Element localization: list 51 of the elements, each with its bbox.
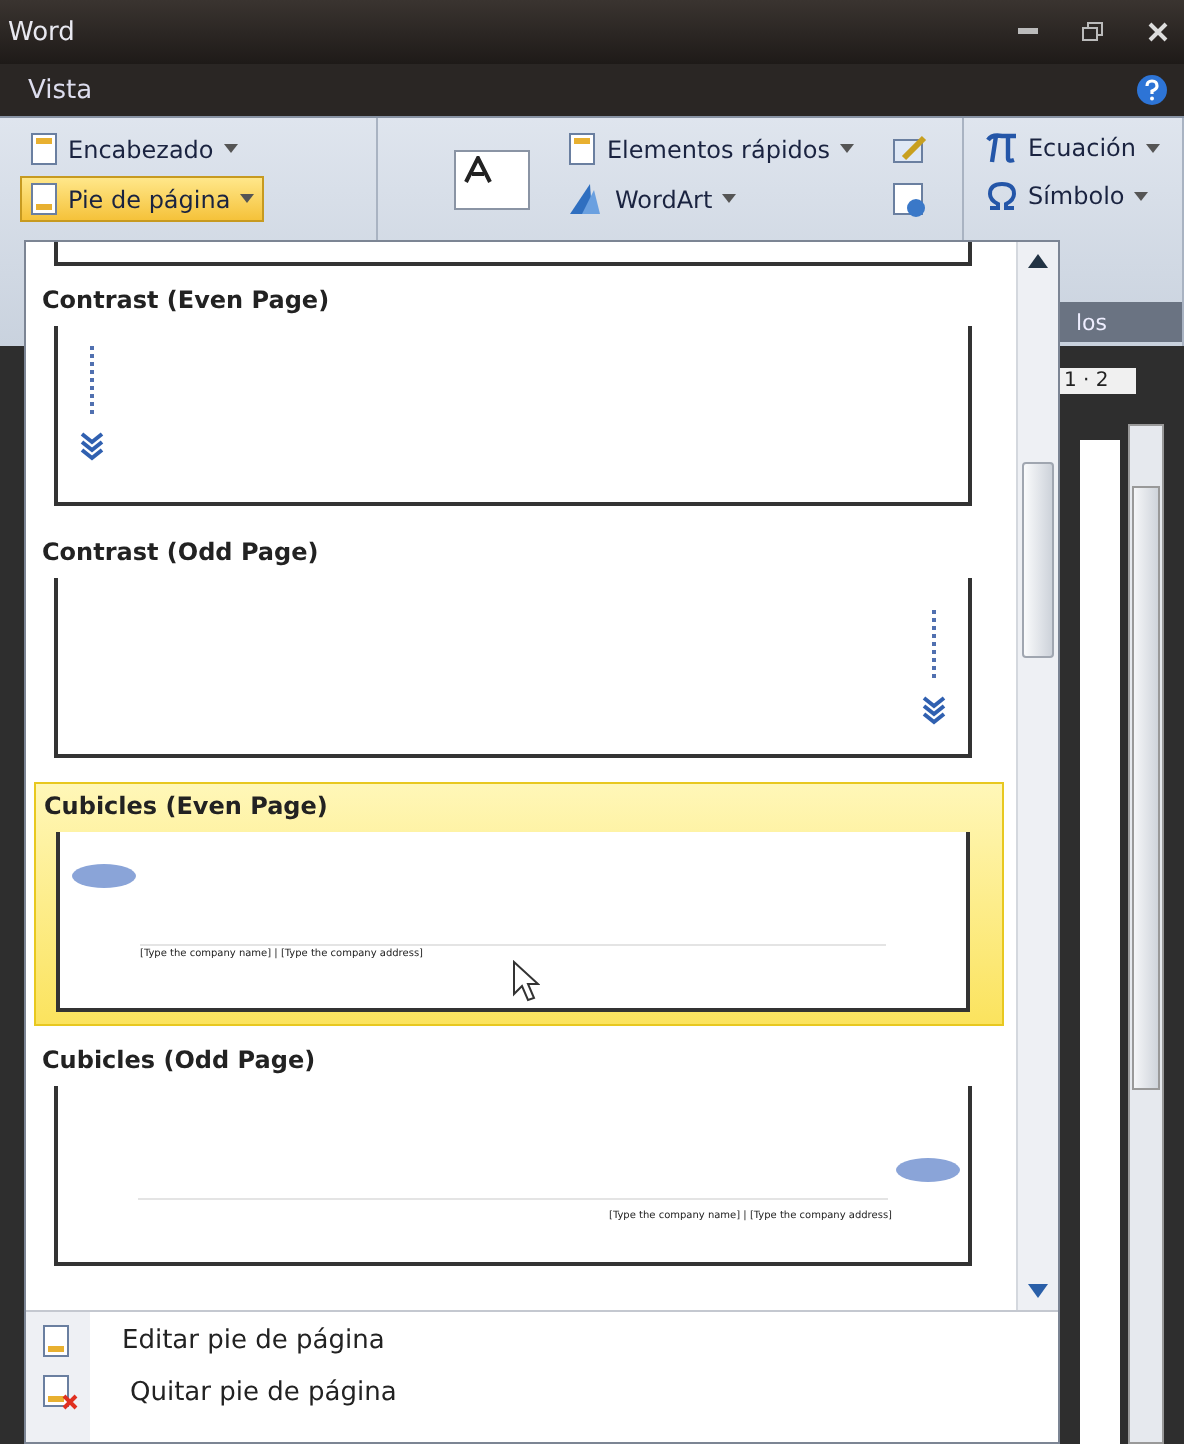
scroll-thumb[interactable] — [1132, 486, 1160, 1090]
text-box-button[interactable] — [454, 150, 531, 210]
ribbon-button[interactable]: WordArt — [558, 176, 747, 222]
gallery-item-title: Cubicles (Even Page) — [44, 792, 330, 820]
ruler: 1 · 2 — [1060, 368, 1136, 394]
wordart-icon — [568, 182, 605, 216]
ribbon-button[interactable]: Elementos rápidos — [558, 126, 865, 172]
date-icon[interactable] — [892, 182, 929, 218]
group-label: los — [1075, 309, 1107, 335]
help-icon[interactable] — [1136, 74, 1168, 106]
caret-icon — [1134, 191, 1149, 201]
gallery-item-title: Cubicles (Odd Page) — [42, 1046, 318, 1074]
chevron-icon — [920, 694, 948, 726]
letter-tile-icon — [464, 156, 493, 184]
pi-icon — [985, 132, 1018, 164]
ribbon-button[interactable]: Ecuación — [975, 126, 1170, 170]
caret-icon — [840, 144, 855, 154]
gallery-item[interactable]: Contrast (Even Page) — [34, 278, 1004, 518]
mouse-pointer-icon — [512, 960, 540, 1004]
footer-icon — [42, 1324, 70, 1358]
gallery-item-title: Contrast (Even Page) — [42, 286, 332, 314]
caret-icon — [1146, 143, 1160, 153]
gallery-item[interactable]: Contrast (Odd Page) — [34, 530, 1004, 770]
menu-item[interactable]: Quitar pie de página — [26, 1374, 1058, 1410]
close-icon[interactable] — [1148, 22, 1168, 42]
scroll-thumb[interactable] — [1022, 462, 1054, 658]
page-number-shape — [896, 1158, 960, 1182]
menu-item[interactable]: Editar pie de página — [26, 1324, 1058, 1358]
page-number-shape — [72, 864, 136, 888]
caret-icon — [722, 194, 737, 204]
omega-icon — [985, 180, 1018, 212]
page-number-mark — [930, 610, 938, 678]
minimize-icon[interactable] — [1018, 28, 1038, 36]
window-title: Word — [8, 17, 75, 47]
gallery-item-title: Contrast (Odd Page) — [42, 538, 321, 566]
restore-icon[interactable] — [1082, 22, 1104, 42]
scrollbar[interactable] — [1128, 424, 1164, 1444]
ribbon-button[interactable]: Símbolo — [975, 174, 1159, 218]
caret-icon — [240, 194, 255, 204]
ribbon-button[interactable]: Pie de página — [20, 176, 265, 222]
caret-icon — [223, 144, 238, 154]
footer-icon — [30, 182, 58, 216]
scroll-up-icon[interactable] — [1028, 254, 1048, 268]
page-number-mark — [88, 346, 96, 414]
ribbon-tab[interactable]: Vista — [20, 71, 101, 109]
page-icon — [568, 132, 597, 166]
header-icon — [30, 132, 58, 166]
footer-remove-icon — [42, 1374, 78, 1410]
chevron-icon — [78, 430, 106, 462]
ribbon-button[interactable]: Encabezado — [20, 126, 248, 172]
scroll-down-icon[interactable] — [1028, 1284, 1048, 1298]
